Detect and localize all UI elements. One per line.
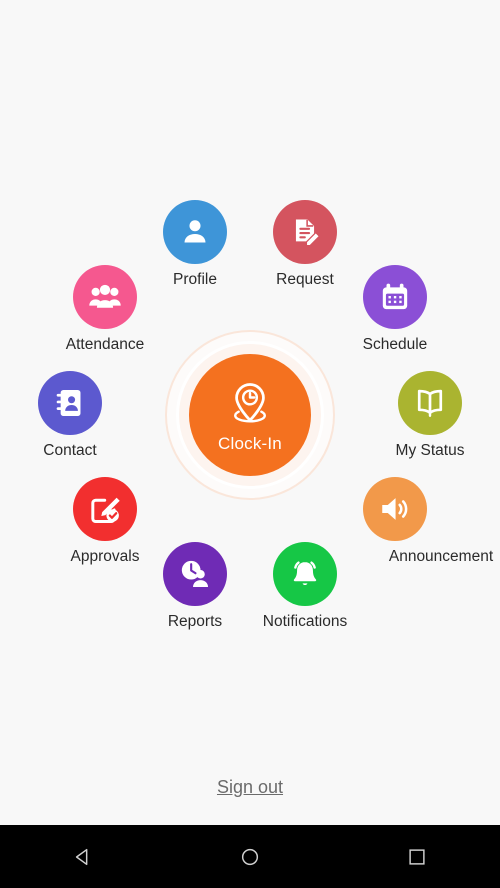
document-edit-icon[interactable] bbox=[266, 193, 344, 271]
menu-item-label: Announcement bbox=[388, 548, 494, 565]
nav-home-button[interactable] bbox=[167, 825, 334, 888]
menu-item-label: Notifications bbox=[262, 613, 348, 630]
menu-item-contact[interactable]: Contact bbox=[0, 364, 140, 460]
address-book-icon[interactable] bbox=[31, 364, 109, 442]
recents-square-icon bbox=[409, 848, 425, 865]
clock-in-button[interactable]: Clock-In bbox=[189, 354, 311, 476]
people-group-icon[interactable] bbox=[66, 258, 144, 336]
person-icon[interactable] bbox=[156, 193, 234, 271]
location-pin-clock-icon bbox=[224, 376, 276, 433]
speaker-icon[interactable] bbox=[356, 470, 434, 548]
edit-check-icon[interactable] bbox=[66, 470, 144, 548]
android-nav-bar bbox=[0, 825, 500, 888]
home-circle-icon bbox=[241, 848, 259, 865]
menu-item-schedule[interactable]: Schedule bbox=[325, 258, 465, 354]
bell-icon[interactable] bbox=[266, 535, 344, 613]
sign-out-container: Sign out bbox=[0, 777, 500, 798]
clock-person-icon[interactable] bbox=[156, 535, 234, 613]
menu-item-attendance[interactable]: Attendance bbox=[35, 258, 175, 354]
back-triangle-icon bbox=[76, 848, 88, 865]
menu-item-notifications[interactable]: Notifications bbox=[235, 535, 375, 631]
open-book-icon[interactable] bbox=[391, 364, 469, 442]
menu-item-label: Attendance bbox=[65, 336, 145, 353]
nav-recents-button[interactable] bbox=[333, 825, 500, 888]
menu-item-label: Contact bbox=[43, 442, 97, 459]
menu-item-label: Schedule bbox=[362, 336, 428, 353]
app-screen: Profile Request Attendance Schedule Contact M… bbox=[0, 0, 500, 888]
sign-out-button[interactable]: Sign out bbox=[217, 777, 283, 798]
clock-in-label: Clock-In bbox=[218, 434, 282, 453]
menu-item-label: My Status bbox=[395, 442, 465, 459]
nav-back-button[interactable] bbox=[0, 825, 167, 888]
menu-item-my-status[interactable]: My Status bbox=[360, 364, 500, 460]
calendar-icon[interactable] bbox=[356, 258, 434, 336]
